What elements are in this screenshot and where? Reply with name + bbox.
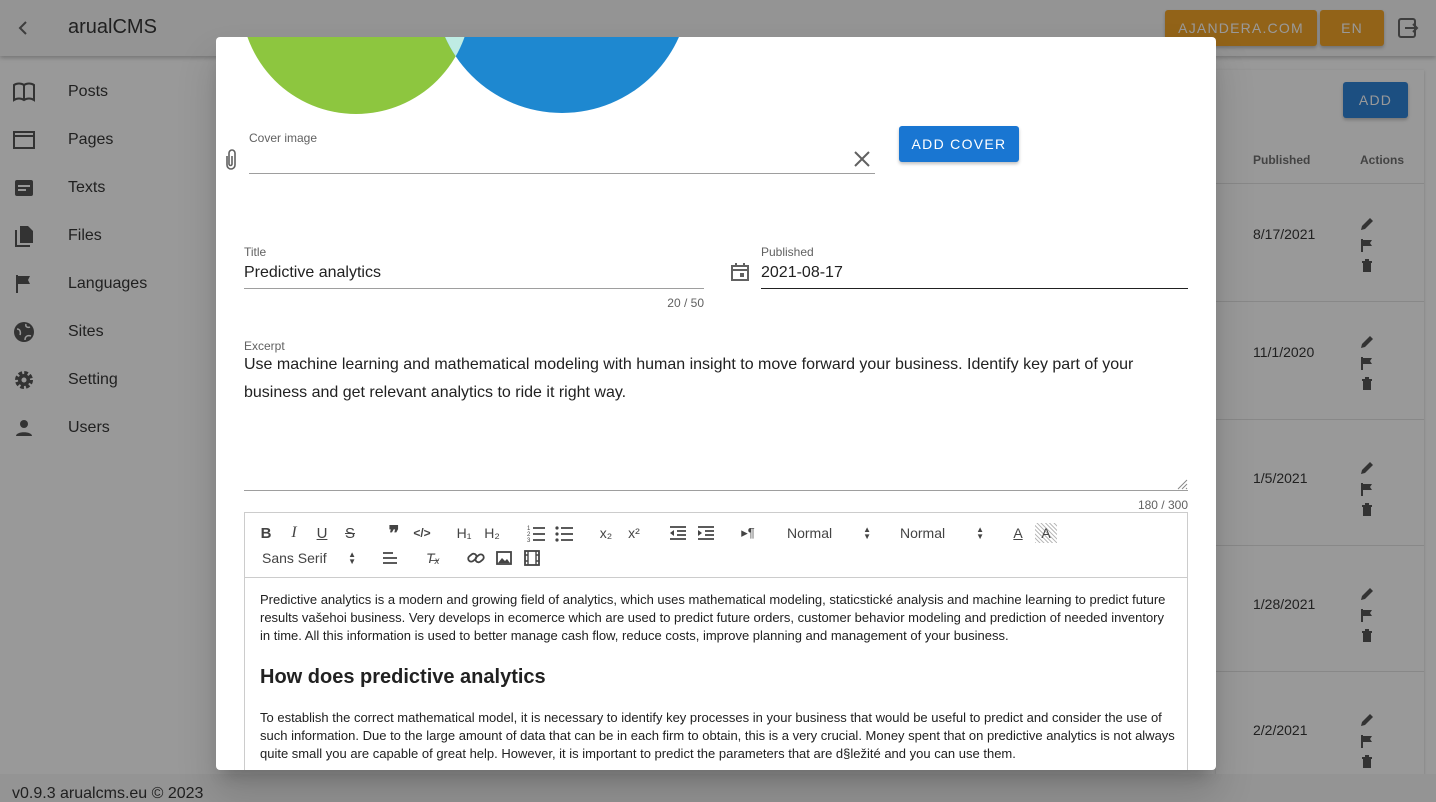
title-label: Title xyxy=(244,245,267,259)
calendar-icon[interactable] xyxy=(730,262,750,282)
strikethrough-icon[interactable]: S xyxy=(339,523,361,543)
indent-icon[interactable] xyxy=(695,523,717,543)
code-block-icon[interactable]: </> xyxy=(411,523,433,543)
paperclip-icon[interactable] xyxy=(220,147,242,171)
align-left-icon[interactable] xyxy=(379,548,401,568)
content-paragraph: To establish the correct mathematical mo… xyxy=(260,710,1175,761)
bullet-list-icon[interactable] xyxy=(553,523,575,543)
svg-text:3: 3 xyxy=(527,538,531,543)
content-heading: How does predictive analytics xyxy=(260,666,546,688)
outdent-icon[interactable] xyxy=(667,523,689,543)
link-icon[interactable] xyxy=(465,548,487,568)
select-arrows-icon: ▲ ▼ xyxy=(976,525,984,541)
font-family-select[interactable]: Sans Serif ▲ ▼ xyxy=(262,548,356,568)
excerpt-textarea[interactable]: Use machine learning and mathematical mo… xyxy=(244,351,1188,407)
edit-post-dialog: Cover image ADD COVER Title Predictive a… xyxy=(216,37,1216,770)
heading-2-icon[interactable]: H₂ xyxy=(481,523,503,543)
excerpt-underline xyxy=(244,490,1188,491)
title-input[interactable]: Predictive analytics xyxy=(244,264,381,282)
superscript-icon[interactable]: x² xyxy=(623,523,645,543)
bold-icon[interactable]: B xyxy=(255,523,277,543)
excerpt-counter: 180 / 300 xyxy=(1137,498,1188,512)
published-input[interactable]: 2021-08-17 xyxy=(761,264,843,282)
header-format-select[interactable]: Normal ▲ ▼ xyxy=(787,523,871,543)
header-format-value: Normal xyxy=(787,525,833,541)
published-underline xyxy=(761,288,1188,289)
cover-image-preview xyxy=(247,37,679,114)
add-cover-button[interactable]: ADD COVER xyxy=(899,126,1019,162)
select-arrows-icon: ▲ ▼ xyxy=(863,525,871,541)
font-size-select[interactable]: Normal ▲ ▼ xyxy=(900,523,984,543)
content-editor: B I U S ❞ </> H₁ H₂ 123 x₂ x² ▸¶ Normal … xyxy=(244,512,1188,770)
title-underline xyxy=(244,288,704,289)
cover-image-label: Cover image xyxy=(249,131,318,145)
italic-icon[interactable]: I xyxy=(283,523,305,543)
background-color-icon[interactable]: A xyxy=(1035,523,1057,543)
editor-toolbar: B I U S ❞ </> H₁ H₂ 123 x₂ x² ▸¶ Normal … xyxy=(245,513,1187,578)
font-size-value: Normal xyxy=(900,525,946,541)
font-family-value: Sans Serif xyxy=(262,550,327,566)
clear-format-icon[interactable]: T̶ₓ xyxy=(422,548,444,568)
content-paragraph: Predictive analytics is a modern and gro… xyxy=(260,592,1166,643)
cover-image-input[interactable] xyxy=(249,173,875,174)
video-icon[interactable] xyxy=(521,548,543,568)
close-icon[interactable] xyxy=(852,149,872,169)
subscript-icon[interactable]: x₂ xyxy=(595,523,617,543)
blockquote-icon[interactable]: ❞ xyxy=(383,523,405,545)
image-icon[interactable] xyxy=(493,548,515,568)
title-counter: 20 / 50 xyxy=(667,296,704,310)
text-direction-icon[interactable]: ▸¶ xyxy=(737,523,759,543)
select-arrows-icon: ▲ ▼ xyxy=(348,550,356,566)
editor-content[interactable]: Predictive analytics is a modern and gro… xyxy=(260,591,1175,770)
published-label: Published xyxy=(761,245,814,259)
text-color-icon[interactable]: A xyxy=(1007,523,1029,543)
resize-handle-icon[interactable] xyxy=(1176,478,1188,490)
heading-1-icon[interactable]: H₁ xyxy=(453,523,475,543)
underline-icon[interactable]: U xyxy=(311,523,333,543)
ordered-list-icon[interactable]: 123 xyxy=(525,523,547,543)
